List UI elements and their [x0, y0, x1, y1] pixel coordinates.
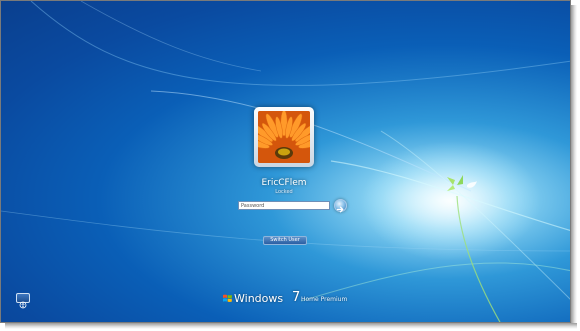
- user-avatar: [258, 111, 310, 163]
- frame-shadow-right: [571, 5, 577, 326]
- windows-edition: Home Premium: [301, 296, 348, 303]
- ease-of-access-button[interactable]: [16, 293, 30, 309]
- windows-branding: Windows 7 Home Premium: [222, 290, 372, 306]
- windows-flag-icon: [223, 294, 232, 302]
- user-status: Locked: [275, 189, 293, 195]
- ease-of-access-icon: [19, 301, 27, 309]
- user-name: EricCFlem: [261, 178, 307, 188]
- flower-picture: [258, 111, 310, 163]
- logon-screen: EricCFlem Locked Switch User Windows 7 H…: [0, 0, 571, 323]
- windows-wordmark: Windows: [234, 292, 284, 305]
- frame-shadow-bottom: [5, 323, 577, 329]
- user-tile[interactable]: [254, 107, 314, 167]
- arrow-right-icon: [336, 206, 344, 213]
- windows-version: 7: [292, 290, 301, 305]
- submit-button[interactable]: [334, 199, 347, 213]
- password-input[interactable]: [238, 201, 330, 210]
- switch-user-button[interactable]: Switch User: [263, 236, 307, 245]
